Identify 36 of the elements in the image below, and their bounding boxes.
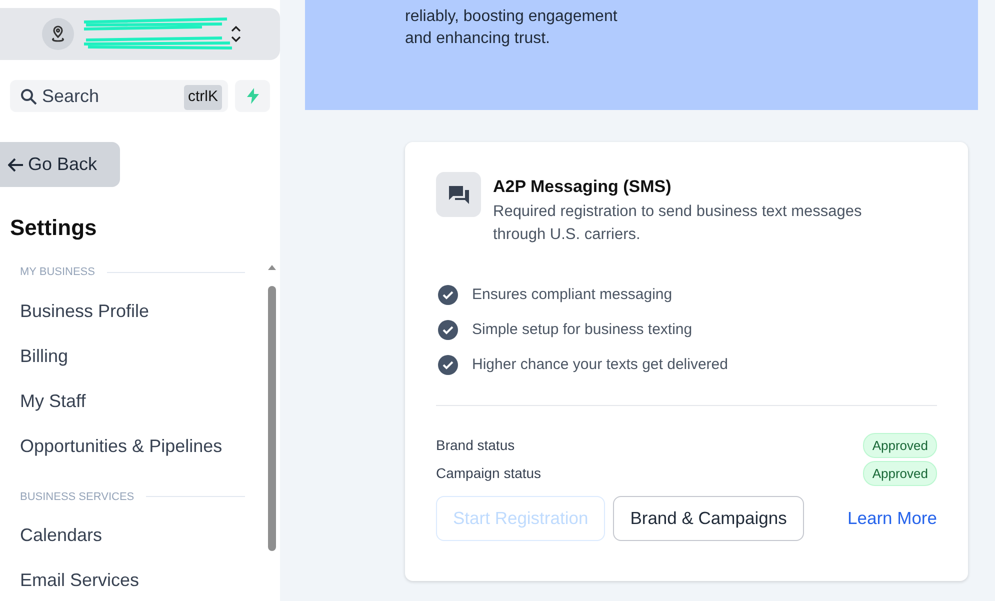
nav-item[interactable]: Business Profile [20,288,150,334]
status-label: Campaign status [436,464,542,483]
card-title: A2P Messaging (SMS) [493,176,672,198]
location-pin-icon [50,25,66,43]
section-heading: MY BUSINESS [20,265,95,280]
quick-action-button[interactable] [235,80,270,112]
scroll-up-icon[interactable] [267,264,277,272]
shortcut-key: ctrlK [184,85,222,110]
status-label: Brand status [436,436,515,455]
chat-bubbles-icon [448,184,470,204]
nav-item[interactable]: Opportunities & Pipelines [20,424,222,468]
nav-item[interactable]: Calendars [20,513,102,558]
arrow-left-icon [8,158,24,172]
status-pill: Approved [863,432,937,458]
banner-text: and enhancing trust. [405,29,551,49]
nav-item[interactable]: My Staff [20,378,86,424]
nav-item[interactable]: Email Services [20,558,140,601]
check-circle-icon [438,355,458,375]
chevron-updown-icon [230,24,242,44]
card-description: Required registration to send business text messages through U.S. carriers. [493,202,863,244]
account-switcher[interactable] [0,8,280,60]
benefit-text: Simple setup for business texting [472,320,692,340]
benefit-text: Ensures compliant messaging [472,284,672,305]
check-circle-icon [438,285,458,305]
nav-item[interactable]: Billing [20,334,68,378]
search-icon [20,88,37,105]
settings-title: Settings [10,214,98,242]
learn-more-link[interactable]: Learn More [848,504,937,532]
brand-campaigns-button[interactable]: Brand & Campaigns [613,496,804,540]
back-button[interactable]: Go Back [0,142,120,187]
banner-text: reliably, boosting engagement [405,7,618,27]
check-circle-icon [438,320,458,340]
lightning-icon [246,88,258,104]
section-heading: BUSINESS SERVICES [20,490,134,504]
status-pill: Approved [863,460,937,486]
benefit-text: Higher chance your texts get delivered [472,354,728,375]
